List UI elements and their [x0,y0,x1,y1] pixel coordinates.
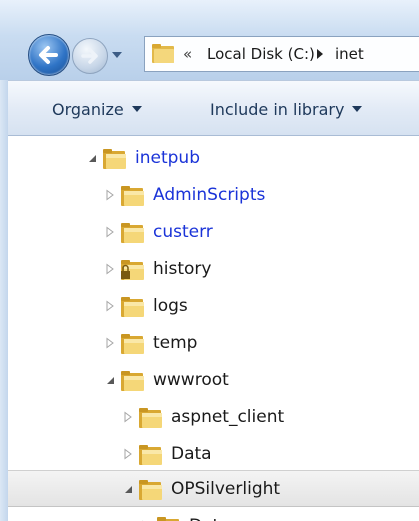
tree-item-label: logs [153,296,188,316]
tree-item-label: Data [171,444,212,464]
address-bar[interactable]: « Local Disk (C:) inet [144,36,419,72]
tree-item-adminscripts[interactable]: AdminScripts [8,177,419,214]
tree-item-label: aspnet_client [171,407,285,427]
tree-item-temp[interactable]: temp [8,325,419,362]
tree-item-data[interactable]: Data [8,436,419,473]
tree-item-inetpub[interactable]: inetpub [8,140,419,177]
forward-button[interactable] [72,38,108,74]
folder-icon [139,480,162,500]
collapsed-arrow-icon[interactable] [104,263,116,275]
navigation-tree: inetpub AdminScripts custerr history logs tem… [8,136,419,521]
tree-item-data[interactable]: Data [8,508,419,521]
expanded-arrow-icon[interactable] [122,483,134,495]
folder-icon [152,44,174,63]
tree-item-label: wwwroot [153,370,229,390]
forward-arrow-icon [81,48,98,64]
tree-item-label: OPSilverlight [171,479,281,499]
breadcrumb-inetpub[interactable]: inet [335,45,364,63]
folder-icon [121,334,144,354]
tree-item-opsilverlight[interactable]: OPSilverlight [8,470,419,507]
tree-item-logs[interactable]: logs [8,288,419,325]
folder-icon [157,517,179,521]
include-in-library-button[interactable]: Include in library [210,100,363,119]
breadcrumb-separator-icon[interactable] [315,48,325,60]
folder-icon [121,186,144,206]
back-arrow-icon [39,46,58,64]
folder-icon [121,371,144,391]
tree-item-label: custerr [153,222,213,242]
organize-button[interactable]: Organize [52,100,142,119]
folder-icon [139,408,162,428]
back-button[interactable] [28,34,70,76]
tree-item-label: history [153,259,212,279]
tree-item-custerr[interactable]: custerr [8,214,419,251]
tree-item-label: AdminScripts [153,185,266,205]
tree-item-label: Data [189,516,230,521]
tree-item-wwwroot[interactable]: wwwroot [8,362,419,399]
expanded-arrow-icon[interactable] [86,152,98,164]
chevron-down-icon [352,106,363,112]
folder-icon [121,223,144,243]
breadcrumb-local-disk[interactable]: Local Disk (C:) [207,45,315,63]
collapsed-arrow-icon[interactable] [104,226,116,238]
tree-item-aspnet-client[interactable]: aspnet_client [8,399,419,436]
tree-item-label: temp [153,333,198,353]
collapsed-arrow-icon[interactable] [122,411,134,423]
command-bar: Organize Include in library [8,80,419,136]
expanded-arrow-icon[interactable] [104,374,116,386]
collapsed-arrow-icon[interactable] [104,300,116,312]
organize-label: Organize [52,100,124,119]
folder-icon [103,149,126,169]
breadcrumb-overflow[interactable]: « [183,45,192,63]
folder-icon [139,445,162,465]
chevron-down-icon [131,106,142,112]
collapsed-arrow-icon[interactable] [122,448,134,460]
locked-folder-icon [121,260,144,280]
include-in-library-label: Include in library [210,100,345,119]
tree-item-history[interactable]: history [8,251,419,288]
window-frame [0,80,8,521]
recent-pages-dropdown-icon[interactable] [110,48,124,62]
collapsed-arrow-icon[interactable] [104,189,116,201]
tree-item-label: inetpub [135,148,200,168]
folder-icon [121,297,144,317]
collapsed-arrow-icon[interactable] [104,337,116,349]
